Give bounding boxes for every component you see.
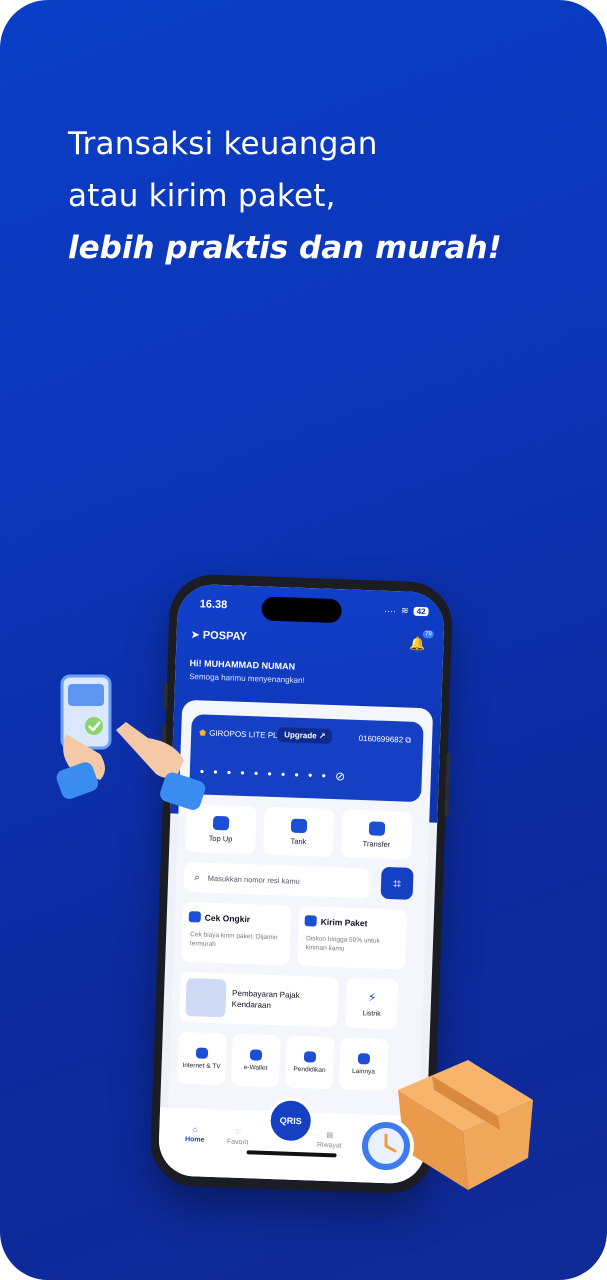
service-label: Listrik	[362, 1009, 381, 1018]
search-placeholder: Masukkan nomor resi kamu	[207, 873, 300, 886]
feature-desc: Cek biaya kirim paket. Dijamin termurah	[189, 931, 278, 949]
service-label: e-Wallet	[243, 1064, 268, 1072]
battery-icon: 42	[413, 606, 429, 617]
mini-screen	[68, 684, 104, 706]
account-tier: ⬟ GIROPOS LITE PLUS	[199, 728, 289, 740]
action-label: Transfer	[362, 838, 391, 849]
resi-search-input[interactable]: ⌕ Masukkan nomor resi kamu	[183, 861, 371, 899]
tab-label: Riwayat	[316, 1141, 342, 1150]
tab-home[interactable]: ⌂ Home	[184, 1126, 205, 1144]
right-hand	[116, 722, 184, 778]
action-label: Tarik	[290, 836, 307, 846]
wallet-plus-icon	[212, 815, 230, 830]
quick-actions: Top Up Tarik Transfer	[185, 803, 413, 860]
graduation-cap-icon	[303, 1051, 317, 1063]
wifi-icon	[195, 1047, 209, 1059]
service-internet-tv[interactable]: Internet & TV	[176, 1031, 227, 1086]
heart-icon: ♡	[234, 1128, 242, 1137]
masked-balance: • • • • • • • • • • ⊘	[200, 764, 346, 783]
search-icon: ⌕	[193, 871, 200, 883]
qris-label: QRIS	[279, 1115, 302, 1127]
masked-balance-value: • • • • • • • • • •	[199, 764, 330, 783]
copy-icon[interactable]: ⧉	[405, 736, 411, 745]
notification-button[interactable]: 🔔 79	[409, 630, 434, 653]
upgrade-label: Upgrade	[284, 730, 317, 741]
feature-title: Kirim Paket	[320, 916, 368, 929]
vehicle-tax-illustration	[185, 978, 227, 1018]
feature-title: Cek Ongkir	[204, 912, 251, 925]
headline-line-3: lebih praktis dan murah!	[68, 230, 502, 266]
scan-icon: ⌗	[392, 874, 402, 891]
account-number-value: 0160699682	[358, 733, 404, 745]
service-listrik[interactable]: ⚡ Listrik	[345, 977, 399, 1030]
eye-off-icon[interactable]: ⊘	[335, 769, 346, 783]
service-label: Pendidikan	[293, 1065, 326, 1074]
qris-button[interactable]: QRIS	[266, 1096, 315, 1145]
tab-favorit[interactable]: ♡ Favorit	[226, 1128, 249, 1147]
home-icon: ⌂	[192, 1126, 198, 1134]
tab-label: Favorit	[226, 1138, 249, 1147]
calculator-icon	[188, 911, 201, 923]
notification-badge: 79	[422, 630, 434, 639]
check-icon	[85, 717, 103, 735]
service-label: Internet & TV	[182, 1061, 221, 1071]
account-number: 0160699682 ⧉	[358, 733, 412, 746]
wifi-icon: ≋	[400, 605, 409, 616]
upgrade-button[interactable]: Upgrade ↗	[276, 727, 333, 744]
account-card: ⬟ GIROPOS LITE PLUS Upgrade ↗ 0160699682…	[189, 714, 424, 803]
status-time: 16.38	[199, 598, 228, 612]
home-indicator	[246, 1150, 337, 1158]
headline-line-2: atau kirim paket,	[68, 178, 336, 214]
arrow-up-right-icon: ↗	[318, 731, 326, 741]
tab-label: Home	[184, 1136, 205, 1144]
lightning-icon: ⚡	[367, 989, 377, 1005]
tab-riwayat[interactable]: ▤ Riwayat	[317, 1131, 343, 1150]
feature-kirim-paket[interactable]: Kirim Paket Diskon hingga 50% untuk kiri…	[297, 905, 408, 970]
action-label: Top Up	[208, 833, 233, 844]
truck-icon	[304, 915, 317, 927]
headline: Transaksi keuangan atau kirim paket, leb…	[68, 118, 502, 274]
feature-desc: Diskon hingga 50% untuk kiriman kamu	[305, 935, 380, 953]
pospay-logo: ➤ POSPAY	[190, 628, 247, 643]
service-label: Pembayaran Pajak Kendaraan	[231, 988, 300, 1011]
signal-icon: ····	[383, 605, 397, 616]
service-ewallet[interactable]: e-Wallet	[230, 1033, 281, 1088]
onboarding-card: Transaksi keuangan atau kirim paket, leb…	[0, 0, 607, 1280]
bird-icon: ➤	[190, 628, 201, 642]
action-transfer[interactable]: Transfer	[340, 809, 413, 860]
status-indicators: ···· ≋ 42	[384, 605, 429, 618]
service-pajak-kendaraan[interactable]: Pembayaran Pajak Kendaraan	[179, 971, 339, 1028]
receipt-icon: ▤	[326, 1132, 334, 1140]
subgreeting: Semoga harimu menyenangkan!	[189, 671, 305, 685]
withdraw-icon	[290, 818, 308, 833]
feature-cek-ongkir[interactable]: Cek Ongkir Cek biaya kirim paket. Dijami…	[181, 901, 292, 966]
hand-phone-illustration	[56, 674, 206, 810]
headline-line-1: Transaksi keuangan	[68, 126, 378, 162]
package-clock-illustration	[358, 1060, 533, 1190]
service-pendidikan[interactable]: Pendidikan	[284, 1035, 335, 1090]
scan-button[interactable]: ⌗	[380, 866, 414, 900]
action-tarik[interactable]: Tarik	[263, 806, 335, 858]
bell-icon: 🔔	[409, 635, 426, 652]
phone-power-button	[444, 752, 451, 818]
wallet-icon	[249, 1049, 263, 1061]
brand-name: POSPAY	[202, 628, 248, 643]
transfer-icon	[368, 820, 386, 836]
dynamic-island	[261, 596, 342, 624]
